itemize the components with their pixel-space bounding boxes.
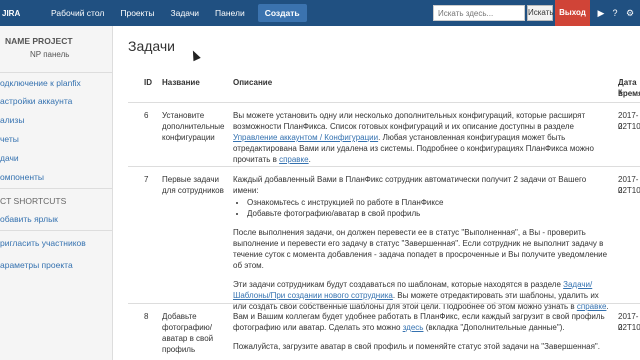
row-name[interactable]: Установите дополнительные конфигурации [162, 110, 230, 143]
desc-text: Вы можете установить одну или несколько … [233, 111, 586, 131]
desc-text: Каждый добавленный Вами в ПланФикс сотру… [233, 175, 587, 195]
row-description: Вы можете установить одну или несколько … [233, 110, 613, 165]
account-config-link[interactable]: Управление аккаунтом / Конфигурации [233, 133, 378, 142]
row-description: Вам и Вашим коллегам будет удобнее работ… [233, 311, 613, 352]
divider [0, 188, 112, 189]
row-divider [128, 303, 640, 304]
shortcuts-header: CT SHORTCUTS [0, 196, 67, 206]
jira-logo[interactable]: JIRA [0, 9, 36, 18]
row-id: 6 [144, 111, 149, 120]
row-time: 22T10 [618, 122, 640, 131]
project-sidebar: NAME PROJECT NP панель одключение к plan… [0, 26, 113, 360]
desc-paragraph: Эти задачи сотрудникам будут создаваться… [233, 279, 613, 312]
sidebar-item-issues[interactable]: дачи [0, 153, 19, 163]
sidebar-item-releases[interactable]: ализы [0, 115, 24, 125]
table-divider [128, 102, 640, 103]
logout-button[interactable]: Выход [555, 0, 590, 26]
desc-text: (вкладка "Дополнительные данные"). [423, 323, 565, 332]
desc-text: После выполнения задачи, он должен перев… [233, 228, 608, 270]
create-button[interactable]: Создать [257, 4, 307, 22]
help-link[interactable]: справке [279, 155, 309, 164]
main-content: Задачи ID Название Описание Дата к время… [114, 26, 640, 360]
row-description: Каждый добавленный Вами в ПланФикс сотру… [233, 174, 613, 312]
desc-text: . [308, 155, 311, 164]
row-time: 22T10 [618, 323, 640, 332]
row-name[interactable]: Первые задачи для сотрудников [162, 174, 230, 196]
col-header-description[interactable]: Описание [233, 78, 272, 87]
row-divider [128, 166, 640, 167]
sidebar-item-invite-members[interactable]: ригласить участников [0, 238, 86, 248]
desc-text: Эти задачи сотрудникам будут создаваться… [233, 280, 564, 289]
project-board-link[interactable]: NP панель [30, 50, 69, 59]
desc-text: Пожалуйста, загрузите аватар в свой проф… [233, 342, 600, 351]
sidebar-item-project-settings[interactable]: араметры проекта [0, 260, 73, 270]
divider [0, 230, 112, 231]
nav-boards[interactable]: Панели [208, 4, 252, 22]
sidebar-item-components[interactable]: омпоненты [0, 172, 44, 182]
add-shortcut-link[interactable]: обавить ярлык [0, 214, 58, 224]
list-item: Добавьте фотографию/аватар в свой профил… [247, 208, 613, 219]
row-time: 22T10 [618, 186, 640, 195]
search-button[interactable]: Искать [527, 5, 554, 21]
divider [0, 72, 112, 73]
project-name[interactable]: NAME PROJECT [5, 36, 73, 46]
row-id: 7 [144, 175, 149, 184]
search-input[interactable] [433, 5, 525, 21]
here-link[interactable]: здесь [403, 323, 424, 332]
list-item: Ознакомьтесь с инструкцией по работе в П… [247, 197, 613, 208]
sidebar-item-account-settings[interactable]: астройки аккаунта [0, 96, 72, 106]
sidebar-item-reports[interactable]: четы [0, 134, 19, 144]
col-header-date-sub: время [618, 89, 640, 98]
nav-dashboard[interactable]: Рабочий стол [44, 4, 111, 22]
nav-projects[interactable]: Проекты [113, 4, 161, 22]
mouse-cursor [189, 48, 201, 62]
sidebar-item-planfix-connection[interactable]: одключение к planfix [0, 78, 81, 88]
col-header-id[interactable]: ID [144, 78, 152, 87]
col-header-name[interactable]: Название [162, 78, 200, 87]
bullet-list: Ознакомьтесь с инструкцией по работе в П… [233, 197, 613, 219]
megaphone-icon[interactable]: ▶ [596, 8, 606, 18]
row-id: 8 [144, 312, 149, 321]
help-icon[interactable]: ? [610, 8, 620, 18]
settings-icon[interactable]: ⚙ [625, 8, 635, 18]
nav-issues[interactable]: Задачи [163, 4, 206, 22]
desc-paragraph: Вам и Вашим коллегам будет удобнее работ… [233, 311, 613, 333]
page-title: Задачи [128, 38, 176, 54]
row-name[interactable]: Добавьте фотографию/ аватар в свой профи… [162, 311, 230, 355]
